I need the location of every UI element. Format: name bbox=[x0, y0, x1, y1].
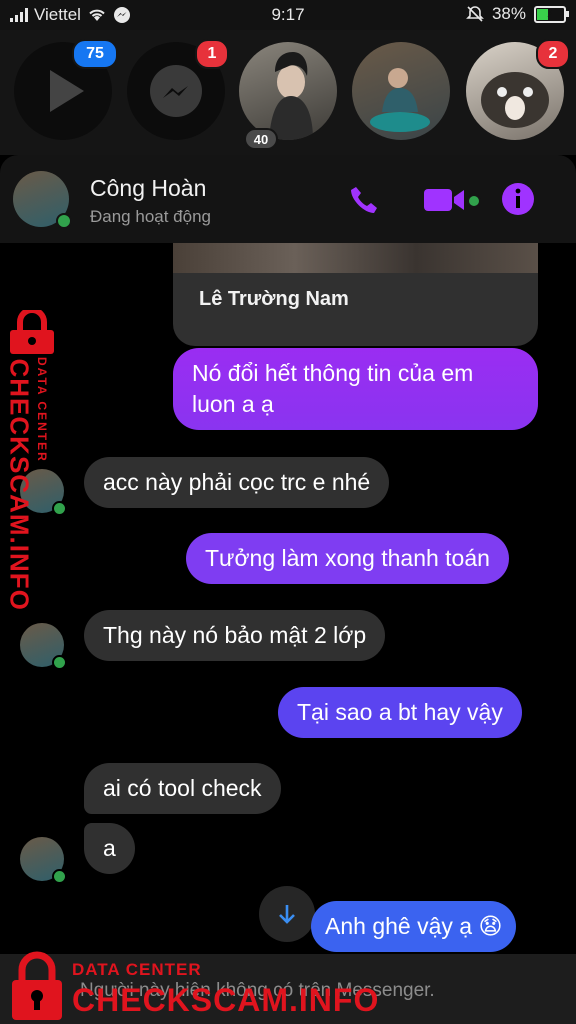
chat-head-friend-1[interactable] bbox=[239, 42, 337, 140]
message-in[interactable]: acc này phải cọc trc e nhé bbox=[84, 457, 390, 508]
message-in[interactable]: ai có tool check bbox=[84, 763, 281, 814]
shared-contact-card[interactable]: Lê Trường Nam bbox=[173, 243, 538, 346]
message-in[interactable]: Thg này nó bảo mật 2 lớp bbox=[84, 610, 386, 661]
message-text: luon a ạ bbox=[192, 391, 274, 417]
video-active-dot bbox=[467, 194, 481, 208]
lock-icon bbox=[10, 310, 54, 354]
message-text: a bbox=[103, 835, 116, 861]
online-indicator bbox=[52, 655, 67, 670]
cong-hoan-photo bbox=[370, 68, 430, 132]
message-text: Thg này nó bảo mật 2 lớp bbox=[103, 622, 367, 648]
watermark-label: DATA CENTER bbox=[72, 960, 202, 979]
phone-call-icon[interactable] bbox=[347, 183, 381, 217]
online-indicator bbox=[52, 869, 67, 884]
watermark-bottom: DATA CENTER CHECKSCAM.INFO bbox=[4, 950, 404, 1024]
friend-photo bbox=[269, 52, 313, 140]
message-in[interactable]: a bbox=[84, 823, 135, 874]
scroll-down-button[interactable] bbox=[259, 886, 315, 942]
message-out[interactable]: Anh ghê vậy ạ 😧 bbox=[311, 901, 517, 952]
friend-badge: 2 bbox=[536, 39, 570, 69]
message-text: Nó đổi hết thông tin của em bbox=[192, 360, 474, 386]
conversation-header: Công Hoàn Đang hoạt động bbox=[0, 155, 576, 243]
message-text: Tại sao a bt hay vậy bbox=[297, 699, 503, 725]
message-text: Tưởng làm xong thanh toán bbox=[205, 545, 490, 571]
online-indicator bbox=[56, 213, 72, 229]
status-bar: Viettel 9:17 38% ⚡ bbox=[0, 0, 576, 30]
info-icon[interactable] bbox=[501, 182, 535, 216]
battery-icon: ⚡ bbox=[534, 5, 569, 23]
watermark-vertical: CHECKSCAM.INFO DATA CENTER bbox=[4, 310, 60, 611]
contact-name[interactable]: Công Hoàn bbox=[90, 175, 206, 202]
mute-bell-icon bbox=[466, 6, 484, 22]
chat-heads-row: 75 1 2 40 bbox=[0, 30, 576, 155]
card-image bbox=[173, 243, 538, 273]
arrow-down-icon bbox=[279, 905, 295, 924]
message-text: ai có tool check bbox=[103, 775, 262, 801]
message-text: acc này phải cọc trc e nhé bbox=[103, 469, 371, 495]
message-text: Anh ghê vậy ạ 😧 bbox=[325, 913, 503, 939]
message-out[interactable]: Tại sao a bt hay vậy bbox=[278, 687, 522, 738]
contact-status: Đang hoạt động bbox=[90, 207, 211, 226]
under-badge: 40 bbox=[244, 128, 278, 150]
battery-percent: 38% bbox=[491, 4, 526, 23]
messenger-badge: 1 bbox=[195, 39, 229, 69]
app-badge: 75 bbox=[72, 39, 118, 69]
watermark-site-vertical: CHECKSCAM.INFO bbox=[4, 358, 35, 611]
chat-panel: Công Hoàn Đang hoạt động Lê Trường Nam N… bbox=[0, 155, 576, 1024]
card-name: Lê Trường Nam bbox=[199, 288, 349, 310]
watermark-site: CHECKSCAM.INFO bbox=[72, 982, 380, 1018]
chat-head-cong-hoan[interactable] bbox=[352, 42, 450, 140]
watermark-label-vertical: DATA CENTER bbox=[35, 357, 49, 463]
message-out[interactable]: Nó đổi hết thông tin của em luon a ạ bbox=[173, 348, 538, 430]
message-out[interactable]: Tưởng làm xong thanh toán bbox=[186, 533, 509, 584]
lock-icon bbox=[12, 951, 62, 1020]
video-call-icon[interactable] bbox=[422, 185, 466, 215]
